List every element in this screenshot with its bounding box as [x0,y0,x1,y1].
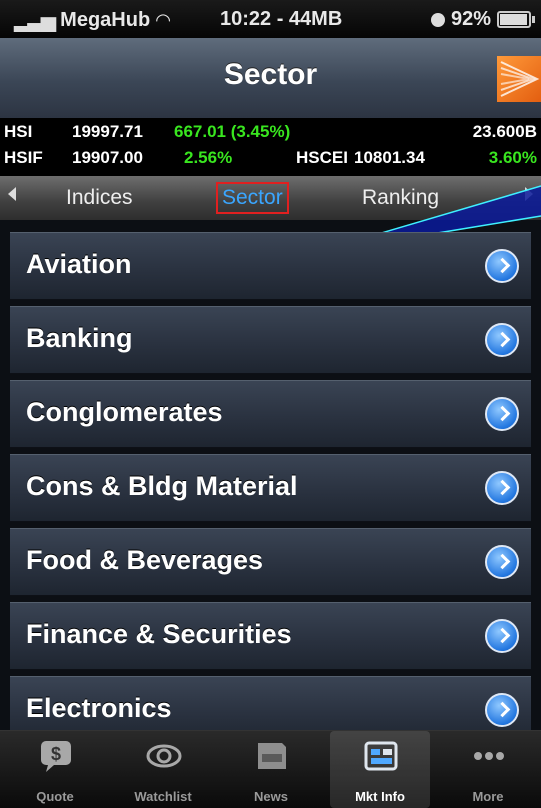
tab-sector[interactable]: Sector [216,182,289,214]
tab-label: More [472,789,504,804]
navigation-bar: Sector [0,38,541,119]
ticker-change-2: 3.60% [488,148,537,167]
sector-name: Food & Beverages [26,545,264,575]
tab-ranking[interactable]: Ranking [362,186,439,210]
more-icon [474,752,504,760]
sector-name: Cons & Bldg Material [26,471,298,501]
status-bar: ▂▃▅ MegaHub ◠ 10:22 - 44MB 92% [0,0,541,38]
chevron-right-icon[interactable] [485,323,519,357]
ticker-row-hsif: HSIF 19907.00 2.56% HSCEI 10801.34 3.60% [4,148,537,174]
tab-mkt-info[interactable]: Mkt Info [330,731,430,808]
list-item[interactable]: Conglomerates [10,380,531,448]
ticker-value-2: 10801.34 [354,148,425,167]
status-time: 10:22 - 44MB [220,8,343,30]
ticker-label-2: HSCEI [296,148,348,167]
list-item[interactable]: Food & Beverages [10,528,531,596]
bottom-tab-bar: $ Quote Watchlist News Mkt Info More [0,730,541,808]
ticker-turnover: 23.600B [472,122,537,141]
chevron-right-icon[interactable] [485,397,519,431]
ticker-label: HSIF [4,148,43,167]
ticker-change: 2.56% [184,148,233,167]
sector-list: Aviation Banking Conglomerates Cons & Bl… [0,222,541,730]
sector-name: Aviation [26,249,132,279]
chevron-right-icon[interactable] [485,619,519,653]
signal-icon: ▂▃▅ [14,10,56,32]
battery-percent: 92% [450,8,491,30]
battery-icon [497,11,535,28]
tab-label: News [254,789,288,804]
tab-label: Quote [36,789,74,804]
app-logo[interactable] [497,56,541,102]
ticker-value: 19907.00 [72,148,143,167]
ticker-row-hsi: HSI 19997.71 667.01 (3.45%) 23.600B [4,122,537,148]
svg-text:$: $ [51,744,61,764]
chevron-right-icon[interactable] [485,471,519,505]
sector-name: Finance & Securities [26,619,292,649]
scroll-left-icon[interactable] [8,187,16,201]
section-switcher: Indices Sector Ranking [0,176,541,220]
list-item[interactable]: Aviation [10,232,531,300]
tab-label: Watchlist [134,789,192,804]
tab-more[interactable]: More [438,731,538,808]
tab-quote[interactable]: $ Quote [5,731,105,808]
ticker-value: 19997.71 [72,122,143,141]
chevron-right-icon[interactable] [485,545,519,579]
market-info-icon [364,741,398,771]
news-icon [258,743,286,769]
quote-icon: $ [41,741,71,772]
page-title: Sector [223,58,318,91]
tab-label: Mkt Info [355,789,405,804]
chat-icon [430,12,445,27]
list-item[interactable]: Electronics [10,676,531,730]
wifi-icon: ◠ [156,10,170,30]
list-item[interactable]: Banking [10,306,531,374]
sector-name: Electronics [26,693,172,723]
tab-watchlist[interactable]: Watchlist [113,731,213,808]
sector-name: Conglomerates [26,397,223,427]
list-item[interactable]: Cons & Bldg Material [10,454,531,522]
ticker-change: 667.01 (3.45%) [174,122,291,141]
chevron-right-icon[interactable] [485,249,519,283]
tab-news[interactable]: News [221,731,321,808]
market-ticker: HSI 19997.71 667.01 (3.45%) 23.600B HSIF… [0,118,541,176]
ticker-label: HSI [4,122,33,141]
sector-name: Banking [26,323,133,353]
tab-indices[interactable]: Indices [66,186,133,210]
carrier-name: MegaHub [60,9,151,31]
scroll-right-icon[interactable] [525,187,533,201]
eye-icon [146,744,182,768]
list-item[interactable]: Finance & Securities [10,602,531,670]
chevron-right-icon[interactable] [485,693,519,727]
